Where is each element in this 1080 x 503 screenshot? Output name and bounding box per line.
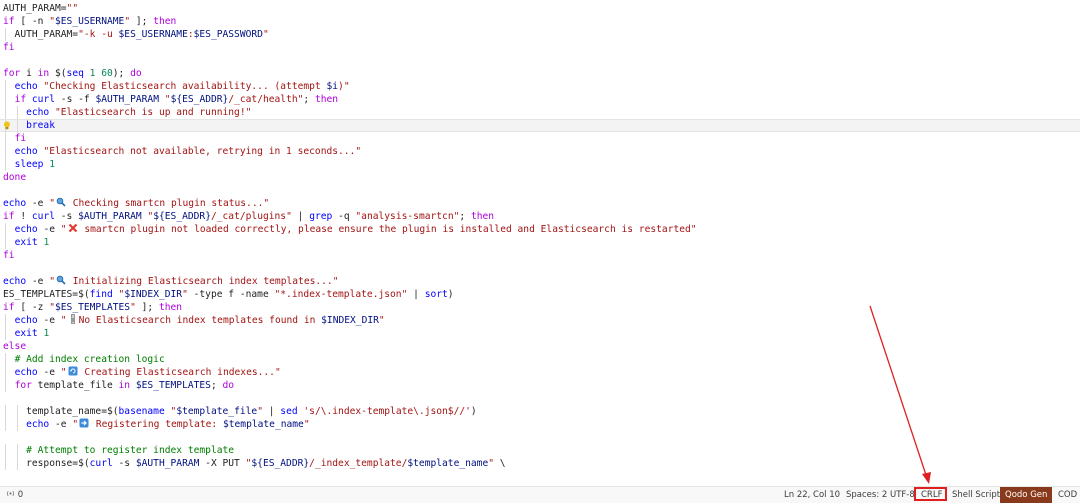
- code-text: echo "Elasticsearch is up and running!": [26, 107, 252, 118]
- code-line[interactable]: echo -e " Creating Elasticsearch indexes…: [0, 366, 1080, 379]
- code-line[interactable]: sleep 1: [0, 158, 1080, 171]
- cursor-position[interactable]: Ln 22, Col 10: [784, 487, 840, 503]
- code-text: exit 1: [14, 328, 50, 339]
- code-text: echo -e " Creating Elasticsearch indexes…: [14, 366, 281, 378]
- arrow-right-icon: [79, 418, 89, 428]
- code-line[interactable]: done: [0, 171, 1080, 184]
- status-overflow[interactable]: COD: [1058, 487, 1077, 503]
- code-text: sleep 1: [14, 159, 56, 170]
- code-line[interactable]: exit 1: [0, 236, 1080, 249]
- language-mode[interactable]: Shell Script: [952, 487, 1000, 503]
- code-text: template_name=$(basename "$template_file…: [3, 406, 477, 417]
- code-line[interactable]: AUTH_PARAM="": [0, 2, 1080, 15]
- code-text: # Attempt to register index template: [26, 445, 235, 456]
- code-line[interactable]: exit 1: [0, 327, 1080, 340]
- code-text: echo -e " smartcn plugin not loaded corr…: [14, 223, 697, 235]
- code-line[interactable]: echo -e " No Elasticsearch index template…: [0, 314, 1080, 327]
- code-text: echo -e " Checking smartcn plugin status…: [3, 197, 270, 209]
- code-editor[interactable]: AUTH_PARAM=""if [ -n "$ES_USERNAME" ]; t…: [0, 0, 1080, 486]
- code-text: echo -e " Initializing Elasticsearch ind…: [3, 275, 339, 287]
- code-line[interactable]: fi: [0, 132, 1080, 145]
- code-line[interactable]: if [ -n "$ES_USERNAME" ]; then: [0, 15, 1080, 28]
- cross-mark-icon: [68, 223, 78, 233]
- code-line[interactable]: echo "Checking Elasticsearch availabilit…: [0, 80, 1080, 93]
- code-text: exit 1: [14, 237, 50, 248]
- code-line[interactable]: response=$(curl -s $AUTH_PARAM -X PUT "$…: [0, 457, 1080, 470]
- code-line[interactable]: if [ -z "$ES_TEMPLATES" ]; then: [0, 301, 1080, 314]
- refresh-icon: [68, 366, 78, 376]
- code-text: echo -e " Registering template: $templat…: [26, 418, 310, 430]
- code-line[interactable]: AUTH_PARAM="-k -u $ES_USERNAME:$ES_PASSW…: [0, 28, 1080, 41]
- code-text: AUTH_PARAM="-k -u $ES_USERNAME:$ES_PASSW…: [3, 29, 269, 40]
- code-line[interactable]: else: [0, 340, 1080, 353]
- ports-indicator[interactable]: 0: [6, 487, 23, 503]
- code-line[interactable]: ES_TEMPLATES=$(find "$INDEX_DIR" -type f…: [0, 288, 1080, 301]
- annotation-highlight-box: [914, 487, 947, 501]
- code-line[interactable]: [0, 431, 1080, 444]
- code-line[interactable]: echo -e " Registering template: $templat…: [0, 418, 1080, 431]
- code-line[interactable]: echo "Elasticsearch is up and running!": [0, 106, 1080, 119]
- encoding-setting[interactable]: UTF-8: [890, 487, 915, 503]
- code-line[interactable]: [0, 184, 1080, 197]
- code-text: echo "Elasticsearch not available, retry…: [14, 146, 362, 157]
- code-line[interactable]: echo -e " smartcn plugin not loaded corr…: [0, 223, 1080, 236]
- code-text: for i in $(seq 1 60); do: [3, 68, 142, 79]
- code-line[interactable]: fi: [0, 41, 1080, 54]
- code-text: else: [3, 341, 27, 352]
- code-line[interactable]: [0, 54, 1080, 67]
- code-text: if [ -z "$ES_TEMPLATES" ]; then: [3, 302, 183, 313]
- code-text: fi: [3, 42, 15, 53]
- code-line[interactable]: # Attempt to register index template: [0, 444, 1080, 457]
- magnifier-icon: [56, 275, 66, 285]
- code-line[interactable]: echo "Elasticsearch not available, retry…: [0, 145, 1080, 158]
- code-text: AUTH_PARAM="": [3, 3, 79, 14]
- code-text: for template_file in $ES_TEMPLATES; do: [14, 380, 235, 391]
- qodo-gen-button[interactable]: Qodo Gen: [1000, 487, 1053, 503]
- indentation-setting[interactable]: Spaces: 2: [846, 487, 887, 503]
- code-text: if curl -s -f $AUTH_PARAM "${ES_ADDR}/_c…: [14, 94, 339, 105]
- code-text: echo "Checking Elasticsearch availabilit…: [14, 81, 350, 92]
- code-line[interactable]: fi: [0, 249, 1080, 262]
- magnifier-icon: [56, 197, 66, 207]
- code-text: done: [3, 172, 27, 183]
- antenna-icon: [6, 490, 15, 497]
- code-line[interactable]: if ! curl -s $AUTH_PARAM "${ES_ADDR}/_ca…: [0, 210, 1080, 223]
- code-text: fi: [14, 133, 27, 144]
- code-text: ES_TEMPLATES=$(find "$INDEX_DIR" -type f…: [3, 289, 454, 300]
- ports-count: 0: [17, 490, 24, 500]
- code-text: echo -e " No Elasticsearch index template…: [14, 314, 385, 326]
- code-line[interactable]: # Add index creation logic: [0, 353, 1080, 366]
- code-text: if [ -n "$ES_USERNAME" ]; then: [3, 16, 177, 27]
- code-line[interactable]: for i in $(seq 1 60); do: [0, 67, 1080, 80]
- code-line[interactable]: echo -e " Checking smartcn plugin status…: [0, 197, 1080, 210]
- code-line[interactable]: for template_file in $ES_TEMPLATES; do: [0, 379, 1080, 392]
- code-line[interactable]: template_name=$(basename "$template_file…: [0, 405, 1080, 418]
- code-line[interactable]: echo -e " Initializing Elasticsearch ind…: [0, 275, 1080, 288]
- code-line[interactable]: if curl -s -f $AUTH_PARAM "${ES_ADDR}/_c…: [0, 93, 1080, 106]
- code-line[interactable]: [0, 262, 1080, 275]
- info-icon: [68, 314, 78, 324]
- code-text: if ! curl -s $AUTH_PARAM "${ES_ADDR}/_ca…: [3, 211, 495, 222]
- lightbulb-icon[interactable]: [3, 121, 11, 130]
- code-text: fi: [3, 250, 15, 261]
- code-text: # Add index creation logic: [14, 354, 165, 365]
- code-line[interactable]: [0, 392, 1080, 405]
- code-text: response=$(curl -s $AUTH_PARAM -X PUT "$…: [3, 458, 506, 469]
- code-line[interactable]: break: [0, 119, 1080, 133]
